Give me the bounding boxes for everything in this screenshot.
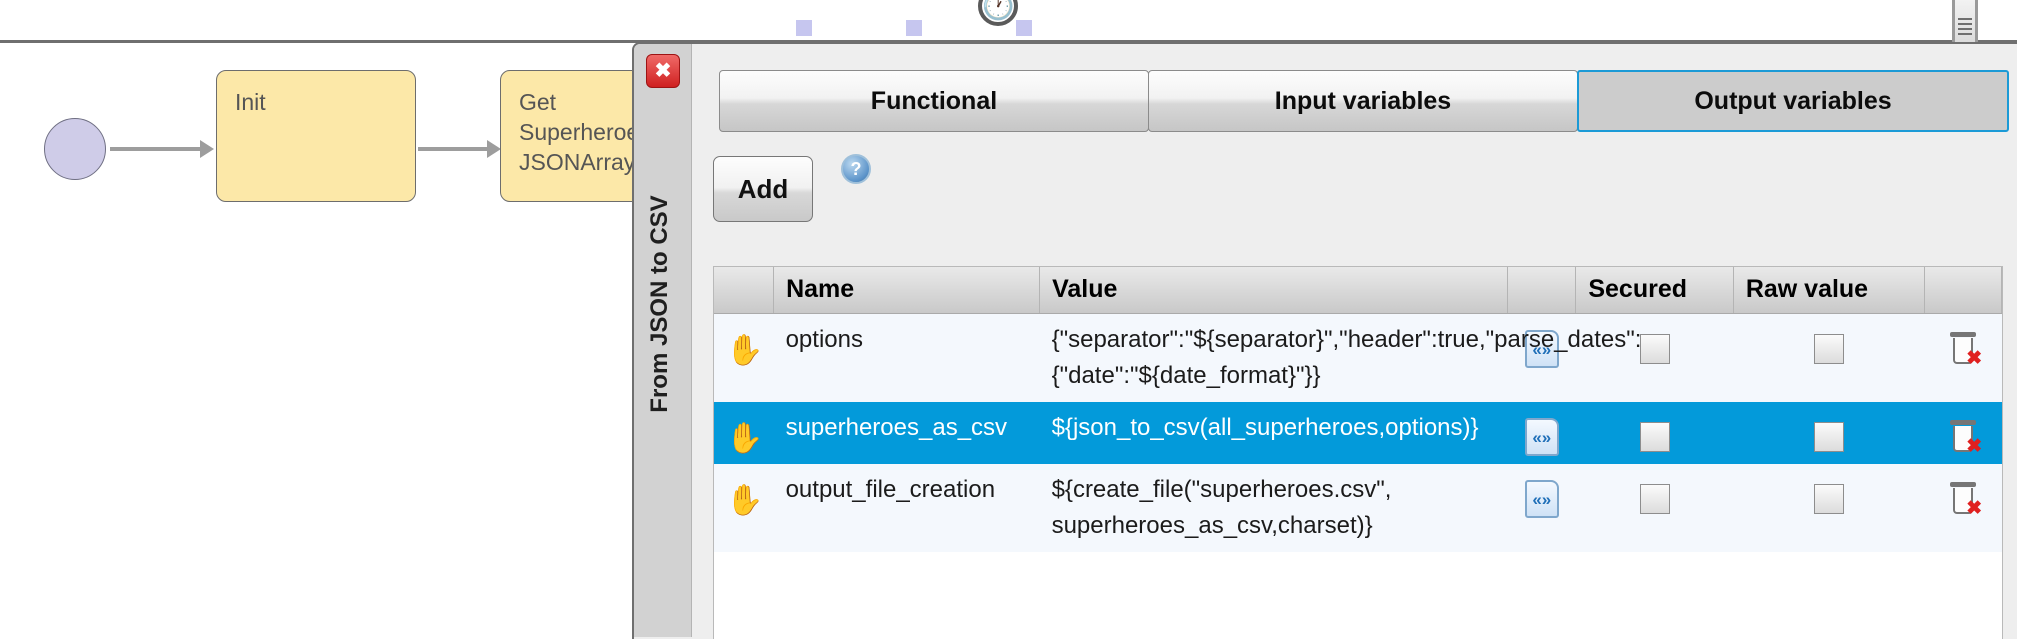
row-edit-cell[interactable]: «» (1507, 401, 1576, 464)
edge-arrowhead (200, 140, 214, 158)
start-node[interactable] (44, 118, 106, 180)
delete-icon[interactable]: ✖ (1948, 331, 1982, 368)
script-edit-icon[interactable]: «» (1524, 479, 1559, 518)
row-delete-cell[interactable]: ✖ (1924, 313, 2002, 402)
row-name-cell[interactable]: superheroes_as_csv (773, 401, 1040, 464)
column-header-name[interactable]: Name (773, 267, 1041, 314)
raw-value-checkbox[interactable] (1814, 483, 1845, 514)
table-row[interactable]: ✋ output_file_creation ${create_file("su… (714, 463, 2002, 552)
tab-output-variables[interactable]: Output variables (1577, 70, 2009, 132)
column-header-edit[interactable] (1507, 267, 1577, 314)
table-row-empty[interactable] (714, 551, 2002, 639)
clock-icon: 🕐 (978, 0, 1018, 26)
properties-window: ✖ From JSON to CSV Functional Input vari… (632, 42, 2017, 639)
row-name-cell[interactable]: options (773, 313, 1040, 402)
tab-input-variables[interactable]: Input variables (1148, 70, 1578, 132)
scroll-grip-handle[interactable] (1952, 0, 1978, 42)
screen: Init Get Superheroes JSONArray ↶ 🕐 ✖ Fro… (0, 0, 2017, 639)
selection-handle[interactable] (1016, 20, 1032, 36)
row-grip-cell[interactable]: ✋ (714, 313, 774, 402)
tab-functional[interactable]: Functional (719, 70, 1149, 132)
add-button[interactable]: Add (713, 156, 813, 222)
delete-icon[interactable]: ✖ (1948, 419, 1982, 456)
row-value-cell[interactable]: ${create_file("superheroes.csv", superhe… (1039, 463, 1508, 552)
empty-row-cell[interactable] (714, 551, 2002, 639)
window-titlebar: ✖ From JSON to CSV (634, 44, 692, 637)
row-raw-value-cell[interactable] (1733, 463, 1925, 552)
row-grip-cell[interactable]: ✋ (714, 463, 774, 552)
raw-value-checkbox[interactable] (1814, 421, 1845, 452)
row-value-cell[interactable]: {"separator":"${separator}","header":tru… (1039, 313, 1641, 402)
column-header-value[interactable]: Value (1039, 267, 1509, 314)
column-header-grip[interactable] (714, 267, 775, 314)
table-row[interactable]: ✋ options {"separator":"${separator}","h… (714, 313, 2002, 402)
tabstrip: Functional Input variables Output variab… (719, 70, 2009, 132)
secured-checkbox[interactable] (1639, 483, 1670, 514)
row-delete-cell[interactable]: ✖ (1924, 463, 2002, 552)
panel-body: Functional Input variables Output variab… (693, 44, 2017, 639)
raw-value-checkbox[interactable] (1814, 333, 1845, 364)
help-icon[interactable]: ? (841, 154, 871, 184)
row-name-cell[interactable]: output_file_creation (773, 463, 1040, 552)
row-raw-value-cell[interactable] (1733, 313, 1925, 402)
edge-init-to-get (418, 147, 490, 151)
delete-icon[interactable]: ✖ (1948, 481, 1982, 518)
row-secured-cell[interactable] (1575, 463, 1734, 552)
task-node-get-superheroes-label: Get Superheroes JSONArray (519, 89, 651, 175)
edge-start-to-init (110, 147, 204, 151)
task-node-init-label: Init (235, 89, 266, 115)
table-header-row: Name Value Secured Raw value (714, 267, 2002, 314)
row-grip-cell[interactable]: ✋ (714, 401, 774, 464)
row-value-cell[interactable]: ${json_to_csv(all_superheroes,options)} (1039, 401, 1508, 464)
row-delete-cell[interactable]: ✖ (1924, 401, 2002, 464)
column-header-secured[interactable]: Secured (1575, 267, 1734, 314)
window-title: From JSON to CSV (646, 195, 673, 413)
row-secured-cell[interactable] (1575, 401, 1734, 464)
selection-handle[interactable] (906, 20, 922, 36)
drag-handle-icon[interactable]: ✋ (726, 410, 763, 456)
selection-handle[interactable] (796, 20, 812, 36)
secured-checkbox[interactable] (1639, 333, 1670, 364)
script-edit-icon[interactable]: «» (1524, 417, 1559, 456)
edge-arrowhead (487, 140, 501, 158)
row-raw-value-cell[interactable] (1733, 401, 1925, 464)
drag-handle-icon[interactable]: ✋ (726, 472, 763, 518)
output-variables-table[interactable]: Name Value Secured Raw value ✋ options {… (713, 266, 2003, 639)
row-edit-cell[interactable]: «» (1507, 463, 1576, 552)
secured-checkbox[interactable] (1639, 421, 1670, 452)
table-row[interactable]: ✋ superheroes_as_csv ${json_to_csv(all_s… (714, 401, 2002, 464)
column-header-raw-value[interactable]: Raw value (1733, 267, 1926, 314)
task-node-init[interactable]: Init (216, 70, 416, 202)
drag-handle-icon[interactable]: ✋ (726, 322, 763, 368)
column-header-delete[interactable] (1924, 267, 2002, 314)
